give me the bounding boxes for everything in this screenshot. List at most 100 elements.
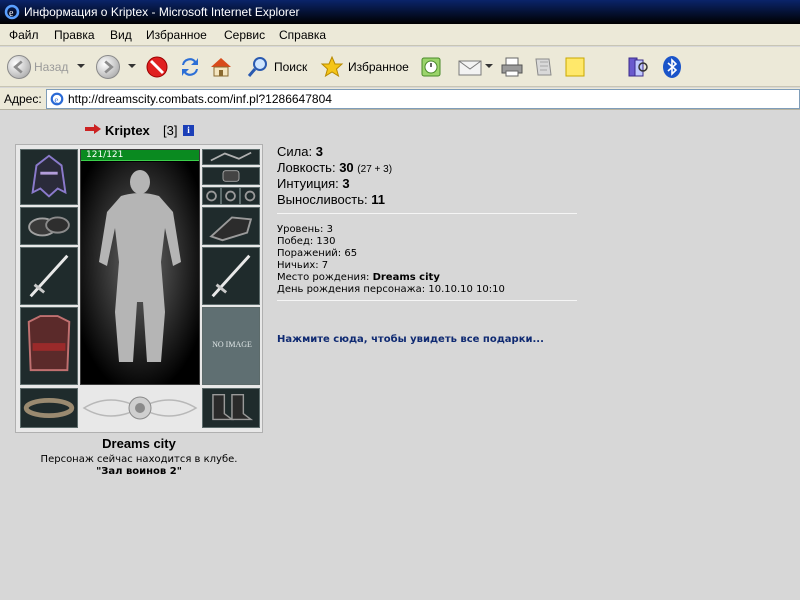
toolbar: Назад Поиск Избранное — [0, 47, 800, 87]
forward-dropdown-icon[interactable] — [128, 64, 136, 68]
ring-icon — [244, 190, 256, 202]
character-portrait: 121/121 — [80, 149, 200, 385]
hp-text: 121/121 — [86, 150, 124, 160]
shield-slot[interactable]: NO IMAGE — [202, 307, 260, 385]
home-icon[interactable] — [209, 55, 233, 79]
gloves-slot[interactable] — [202, 207, 260, 245]
birthplace-label: Место рождения: — [277, 272, 370, 283]
location-status: Персонаж сейчас находится в клубе. — [40, 454, 238, 465]
boots-icon — [212, 393, 254, 421]
ie-icon: e — [4, 4, 20, 20]
info-level: Уровень: 3 — [277, 224, 333, 235]
bracers-icon — [28, 216, 70, 237]
info-wins: Побед: 130 — [277, 236, 336, 247]
birthplace-value: Dreams city — [372, 272, 440, 283]
title-bar: e Информация о Kriptex - Microsoft Inter… — [0, 0, 800, 24]
clan-emblem-icon — [82, 396, 198, 420]
menu-view[interactable]: Вид — [110, 28, 132, 42]
window-title: Информация о Kriptex - Microsoft Interne… — [24, 5, 300, 19]
no-image-text: NO IMAGE — [212, 340, 252, 349]
character-name: Kriptex — [105, 123, 150, 138]
stat-label: Интуиция: — [277, 176, 339, 191]
ring-slot-3[interactable] — [240, 187, 260, 205]
page-content: Kriptex [3] i 121/121 NO IMAGE Dreams ci… — [0, 111, 800, 600]
address-url[interactable]: http://dreamscity.combats.com/inf.pl?128… — [68, 92, 332, 106]
stat-value: 3 — [342, 176, 350, 191]
hp-bar: 121/121 — [81, 150, 199, 161]
earrings-icon — [222, 170, 240, 182]
stat-value: 11 — [371, 192, 385, 207]
menu-edit[interactable]: Правка — [54, 28, 95, 42]
bluetooth-icon[interactable] — [662, 55, 682, 79]
stat-agility: Ловкость: 30 (27 + 3) — [277, 160, 392, 175]
gloves-icon — [209, 216, 253, 242]
edit-page-icon[interactable] — [531, 55, 555, 79]
boots-slot[interactable] — [202, 388, 260, 428]
sword-icon — [211, 254, 251, 298]
forward-button[interactable] — [96, 55, 120, 79]
menu-favorites[interactable]: Избранное — [146, 28, 207, 42]
menu-help[interactable]: Справка — [279, 28, 326, 42]
stat-label: Выносливость: — [277, 192, 368, 207]
mail-dropdown-icon[interactable] — [485, 64, 493, 68]
helmet-slot[interactable] — [20, 149, 78, 205]
sword-icon — [29, 254, 69, 298]
svg-text:e: e — [54, 95, 58, 105]
left-weapon-slot[interactable] — [20, 247, 78, 305]
address-label: Адрес: — [4, 92, 42, 106]
back-label[interactable]: Назад — [34, 60, 68, 74]
forward-arrow-icon — [104, 60, 114, 74]
favorites-star-icon[interactable] — [320, 55, 344, 79]
stat-bonus: (27 + 3) — [357, 164, 393, 175]
stop-icon[interactable] — [145, 55, 169, 79]
address-input[interactable]: e http://dreamscity.combats.com/inf.pl?1… — [46, 89, 800, 109]
stat-value: 30 — [339, 160, 354, 175]
location-room: "Зал воинов 2" — [96, 466, 182, 477]
ring-slot-1[interactable] — [202, 187, 221, 205]
back-arrow-icon — [13, 60, 23, 74]
armor-slot[interactable] — [20, 307, 78, 385]
menu-file[interactable]: Файл — [9, 28, 39, 42]
info-losses: Поражений: 65 — [277, 248, 358, 259]
armor-icon — [27, 315, 71, 372]
city-name: Dreams city — [102, 436, 176, 451]
helmet-icon — [31, 154, 67, 198]
svg-text:e: e — [9, 8, 14, 19]
notes-icon[interactable] — [563, 55, 587, 79]
mail-icon[interactable] — [457, 55, 483, 79]
back-button[interactable] — [7, 55, 31, 79]
stat-value: 3 — [315, 144, 323, 159]
belt-slot[interactable] — [20, 388, 78, 428]
gifts-link[interactable]: Нажмите сюда, чтобы увидеть все подарки.… — [277, 334, 544, 345]
earrings-slot[interactable] — [202, 167, 260, 185]
belt-icon — [23, 398, 75, 418]
private-message-arrow-icon[interactable] — [85, 124, 101, 134]
divider — [277, 213, 577, 214]
print-icon[interactable] — [500, 55, 524, 79]
page-ie-icon: e — [50, 92, 64, 106]
divider — [277, 300, 577, 301]
stat-label: Сила: — [277, 144, 313, 159]
stat-strength: Сила: 3 — [277, 144, 323, 159]
bracers-slot[interactable] — [20, 207, 78, 245]
amulet-slot[interactable] — [202, 149, 260, 165]
info-birthday: День рождения персонажа: 10.10.10 10:10 — [277, 284, 505, 295]
history-icon[interactable] — [419, 55, 443, 79]
right-weapon-slot[interactable] — [202, 247, 260, 305]
ring-slot-2[interactable] — [221, 187, 240, 205]
favorites-label[interactable]: Избранное — [348, 60, 409, 74]
search-label[interactable]: Поиск — [274, 60, 307, 74]
info-icon[interactable]: i — [183, 125, 194, 136]
search-icon[interactable] — [246, 55, 270, 79]
refresh-icon[interactable] — [178, 55, 202, 79]
menu-tools[interactable]: Сервис — [224, 28, 265, 42]
stat-intuition: Интуиция: 3 — [277, 176, 350, 191]
character-level: [3] — [163, 123, 178, 138]
info-birthplace: Место рождения: Dreams city — [277, 272, 440, 283]
ring-icon — [206, 190, 217, 202]
amulet-icon — [210, 151, 252, 162]
research-icon[interactable] — [626, 55, 650, 79]
stat-endurance: Выносливость: 11 — [277, 192, 385, 207]
back-dropdown-icon[interactable] — [77, 64, 85, 68]
inventory-panel: 121/121 NO IMAGE — [15, 144, 263, 433]
